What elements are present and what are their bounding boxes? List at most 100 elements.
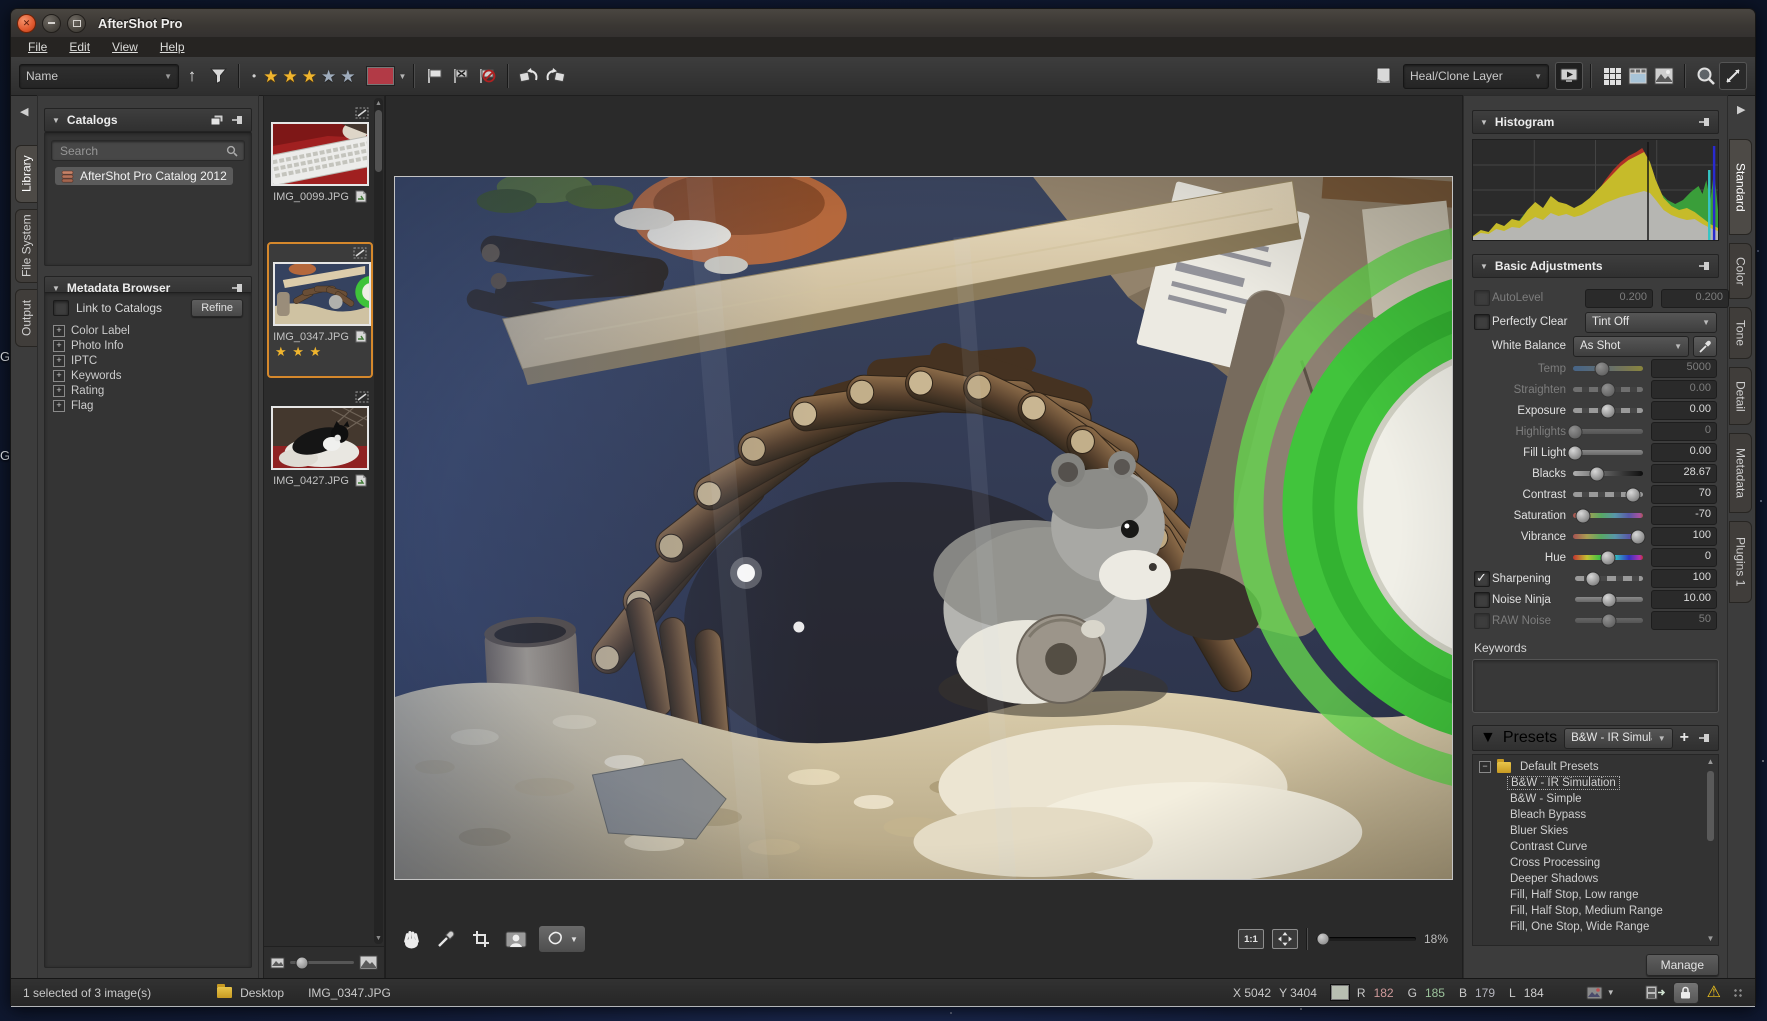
tree-item-color-label[interactable]: +Color Label: [53, 323, 243, 338]
tree-item-flag[interactable]: +Flag: [53, 398, 243, 413]
fill-light-slider[interactable]: [1573, 450, 1643, 455]
catalogs-header[interactable]: ▼ Catalogs: [44, 108, 252, 132]
collapse-section-icon[interactable]: ▼: [1480, 262, 1488, 271]
slideshow-icon[interactable]: [1555, 62, 1583, 90]
manage-presets-button[interactable]: Manage: [1646, 954, 1719, 976]
add-preset-icon[interactable]: +: [1680, 729, 1689, 747]
wb-eyedropper-icon[interactable]: [1693, 336, 1717, 357]
basic-adjustments-header[interactable]: ▼ Basic Adjustments: [1472, 254, 1719, 278]
slider-thumb[interactable]: [1601, 403, 1616, 418]
scroll-up-icon[interactable]: ▲: [1705, 757, 1716, 766]
blacks-slider[interactable]: [1573, 471, 1643, 476]
magnifier-icon[interactable]: [1693, 63, 1719, 89]
flag-pick-icon[interactable]: [422, 63, 448, 89]
tab-standard[interactable]: Standard: [1729, 139, 1752, 235]
expand-icon[interactable]: +: [53, 340, 65, 352]
tab-color[interactable]: Color: [1729, 243, 1752, 299]
thumbnail-img-0427[interactable]: IMG_0427.JPG: [267, 388, 373, 516]
slider-thumb[interactable]: [1601, 382, 1616, 397]
sharpening-checkbox[interactable]: [1474, 571, 1490, 587]
preset-item[interactable]: B&W - Simple: [1479, 791, 1718, 807]
slider-thumb[interactable]: [295, 956, 308, 969]
rotate-left-icon[interactable]: [516, 63, 542, 89]
autolevel-value-1[interactable]: 0.200: [1585, 289, 1653, 308]
tab-metadata[interactable]: Metadata: [1729, 433, 1752, 513]
flag-clear-icon[interactable]: [474, 63, 500, 89]
noise-ninja-value[interactable]: 10.00: [1651, 590, 1717, 609]
preset-item[interactable]: Fill, Half Stop, Low range: [1479, 887, 1718, 903]
catalog-search[interactable]: [51, 140, 245, 161]
presets-scrollbar[interactable]: ▲ ▼: [1705, 757, 1716, 943]
close-button[interactable]: [17, 14, 36, 33]
slider-thumb[interactable]: [1595, 361, 1610, 376]
tab-library[interactable]: Library: [15, 145, 38, 203]
scrollbar-thumb[interactable]: [375, 110, 382, 172]
temp-value[interactable]: 5000: [1651, 359, 1717, 378]
perfectly-clear-checkbox[interactable]: [1474, 314, 1490, 330]
slider-thumb[interactable]: [1586, 571, 1601, 586]
scroll-down-icon[interactable]: ▼: [1705, 934, 1716, 943]
expand-icon[interactable]: +: [53, 325, 65, 337]
eyedropper-icon[interactable]: [433, 926, 459, 952]
pin-icon[interactable]: [1698, 260, 1711, 272]
rating-star-4-icon[interactable]: ★: [319, 68, 338, 85]
straighten-value[interactable]: 0.00: [1651, 380, 1717, 399]
scroll-down-icon[interactable]: ▼: [374, 935, 383, 942]
expand-icon[interactable]: +: [53, 400, 65, 412]
fullscreen-icon[interactable]: [1719, 62, 1747, 90]
tree-item-keywords[interactable]: +Keywords: [53, 368, 243, 383]
maximize-button[interactable]: [67, 14, 86, 33]
noise-ninja-checkbox[interactable]: [1474, 592, 1490, 608]
thumbnail-size-slider[interactable]: [290, 961, 354, 964]
white-balance-dropdown[interactable]: As Shot ▼: [1573, 336, 1689, 357]
preset-folder-row[interactable]: − Default Presets: [1479, 759, 1718, 775]
color-label-dropdown-icon[interactable]: ▼: [398, 72, 406, 81]
menu-edit[interactable]: Edit: [60, 39, 99, 55]
collapse-section-icon[interactable]: ▼: [1480, 118, 1488, 127]
pin-icon[interactable]: [231, 114, 244, 126]
preset-selector-dropdown[interactable]: B&W - IR Simulation ▼: [1564, 728, 1673, 749]
refine-button[interactable]: Refine: [191, 299, 243, 317]
tab-file-system[interactable]: File System: [15, 209, 38, 283]
pin-icon[interactable]: [1698, 732, 1711, 744]
fill-light-value[interactable]: 0.00: [1651, 443, 1717, 462]
minimize-button[interactable]: [42, 14, 61, 33]
warning-icon[interactable]: ⚠: [1707, 985, 1721, 1001]
exposure-slider[interactable]: [1573, 408, 1643, 413]
presets-header[interactable]: ▼ Presets B&W - IR Simulation ▼ +: [1472, 725, 1719, 751]
filmstrip-toggle-icon[interactable]: [1645, 985, 1665, 1000]
blacks-value[interactable]: 28.67: [1651, 464, 1717, 483]
slider-thumb[interactable]: [1601, 550, 1616, 565]
rating-none-icon[interactable]: •: [247, 69, 261, 83]
thumbnail-img-0099[interactable]: IMG_0099.JPG: [267, 104, 373, 232]
preset-item[interactable]: Fill, One Stop, Wide Range: [1479, 919, 1718, 935]
filmstrip-scrollbar[interactable]: ▲ ▼: [374, 98, 383, 944]
tint-dropdown[interactable]: Tint Off ▼: [1585, 312, 1717, 333]
highlights-slider[interactable]: [1573, 429, 1643, 434]
autolevel-value-2[interactable]: 0.200: [1661, 289, 1729, 308]
grid-view-icon[interactable]: [1599, 63, 1625, 89]
rating-star-2-icon[interactable]: ★: [280, 68, 299, 85]
collapse-section-icon[interactable]: ▼: [1480, 729, 1496, 747]
expand-icon[interactable]: +: [53, 385, 65, 397]
menu-file[interactable]: File: [19, 39, 56, 55]
raw-noise-slider[interactable]: [1575, 618, 1643, 623]
saturation-slider[interactable]: [1573, 513, 1643, 518]
link-to-catalogs-checkbox[interactable]: [53, 300, 69, 316]
preset-item[interactable]: Contrast Curve: [1479, 839, 1718, 855]
redeye-tool-icon[interactable]: [503, 926, 529, 952]
zoom-slider-thumb[interactable]: [1316, 933, 1329, 946]
tab-detail[interactable]: Detail: [1729, 367, 1752, 425]
zoom-fit-button[interactable]: [1272, 929, 1298, 949]
noise-ninja-slider[interactable]: [1575, 597, 1643, 602]
small-thumbnail-icon[interactable]: [270, 957, 285, 969]
large-thumbnail-icon[interactable]: [359, 955, 378, 970]
zoom-1to1-button[interactable]: 1:1: [1238, 929, 1264, 949]
raw-noise-value[interactable]: 50: [1651, 611, 1717, 630]
contrast-slider[interactable]: [1573, 492, 1643, 497]
collapse-left-panel-icon[interactable]: ◀: [20, 105, 28, 118]
rating-star-1-icon[interactable]: ★: [261, 68, 280, 85]
straighten-slider[interactable]: [1573, 387, 1643, 392]
proof-profile-control[interactable]: ▼: [1586, 986, 1615, 1000]
thumbnail-img-0347-selected[interactable]: IMG_0347.JPG ★ ★ ★: [267, 242, 373, 378]
